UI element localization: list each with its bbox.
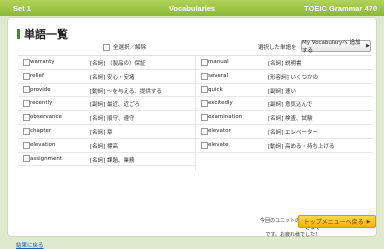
word-checkbox-icon[interactable] <box>23 114 30 122</box>
word-meaning: [動詞] 高める・持ち上げる <box>268 143 335 150</box>
word-text: warranty <box>30 59 55 65</box>
word-text: elevation <box>30 141 56 148</box>
word-checkbox-icon[interactable] <box>23 58 30 66</box>
word-meaning: [副詞] 速い <box>268 88 297 95</box>
word-checkbox-icon[interactable] <box>23 155 30 163</box>
word-row: quick [副詞] 速い <box>196 84 373 98</box>
select-all-label: 全選択／解除 <box>113 45 147 51</box>
top-menu-button[interactable]: トップメニューへ戻る ▶ <box>298 215 376 228</box>
word-checkbox-icon[interactable] <box>201 58 208 66</box>
select-all-toggle[interactable]: 全選択／解除 <box>103 43 146 51</box>
word-checkbox-icon[interactable] <box>23 72 30 80</box>
word-text: elevate <box>208 141 229 148</box>
vocabulary-panel: 単語一覧 全選択／解除 選択した単語を My Vocabularyへ 追加する … <box>7 17 377 238</box>
word-meaning: [副詞] 最近、近ごろ <box>90 102 141 109</box>
word-text: quick <box>208 86 223 93</box>
select-all-checkbox-icon[interactable] <box>103 43 110 51</box>
word-text: manual <box>208 59 229 65</box>
word-row: observance [名詞] 順守、遵守 <box>18 111 195 125</box>
word-row: elevator [名詞] エレベーター <box>196 125 373 139</box>
word-row: elevate [動詞] 高める・持ち上げる <box>196 139 373 153</box>
word-row: manual [名詞] 説明書 <box>196 56 373 70</box>
top-menu-label: トップメニューへ戻る <box>303 219 364 226</box>
word-meaning: [動詞] ～を与える、提供する <box>90 88 162 95</box>
word-checkbox-icon[interactable] <box>201 114 208 122</box>
word-meaning: [名詞] 検査、試験 <box>268 116 313 123</box>
word-checkbox-icon[interactable] <box>23 127 30 135</box>
word-row: excitedly [副詞] 意気込んで <box>196 97 373 112</box>
page-title: 単語一覧 <box>24 28 68 41</box>
heading-accent-bar <box>17 29 20 39</box>
word-row: elevation [名詞] 標高 <box>18 139 195 153</box>
word-checkbox-icon[interactable] <box>201 100 208 108</box>
word-list-left-column: warranty [名詞] （製品の）保証 relief [名詞] 安心・安堵 prov… <box>18 56 195 167</box>
arrow-right-icon: ▶ <box>366 43 370 49</box>
word-row: provide [動詞] ～を与える、提供する <box>18 84 195 98</box>
word-checkbox-icon[interactable] <box>201 86 208 94</box>
word-checkbox-icon[interactable] <box>23 86 30 94</box>
word-row: recently [副詞] 最近、近ごろ <box>18 97 195 112</box>
word-meaning: [名詞] エレベーター <box>268 129 319 136</box>
word-text: observance <box>30 114 62 121</box>
selected-words-label: 選択した単語を <box>258 45 297 51</box>
note-line-2: です。お疲れ様でした！ <box>265 232 320 238</box>
word-list: warranty [名詞] （製品の）保証 relief [名詞] 安心・安堵 prov… <box>18 55 373 176</box>
word-row: several [形容詞] いくつかの <box>196 70 373 84</box>
word-meaning: [名詞] 説明書 <box>268 61 302 67</box>
word-meaning: [名詞] 安心・安堵 <box>90 74 135 81</box>
word-meaning: [名詞] 順守、遵守 <box>90 116 135 123</box>
word-text: examination <box>208 114 243 121</box>
word-checkbox-icon[interactable] <box>23 100 30 108</box>
word-text: recently <box>30 100 53 107</box>
word-row: assignment [名詞] 課題、業務 <box>18 153 195 167</box>
word-row: chapter [名詞] 章 <box>18 125 195 139</box>
word-text: elevator <box>208 127 231 134</box>
word-row: relief [名詞] 安心・安堵 <box>18 70 195 84</box>
word-meaning: [名詞] （製品の）保証 <box>90 61 146 67</box>
word-text: excitedly <box>208 100 233 107</box>
word-text: provide <box>30 86 51 93</box>
back-to-results-link[interactable]: 結果に戻る <box>16 241 44 249</box>
word-checkbox-icon[interactable] <box>201 127 208 135</box>
word-row: examination [名詞] 検査、試験 <box>196 111 373 125</box>
word-meaning: [名詞] 標高 <box>90 143 119 150</box>
word-meaning: [副詞] 意気込んで <box>268 102 313 109</box>
word-text: chapter <box>30 127 52 134</box>
word-text: relief <box>30 72 44 79</box>
word-checkbox-icon[interactable] <box>201 72 208 80</box>
word-text: assignment <box>30 155 62 162</box>
add-to-my-vocabulary-button[interactable]: My Vocabularyへ 追加する ▶ <box>301 40 371 54</box>
word-meaning: [名詞] 課題、業務 <box>90 157 135 164</box>
word-meaning: [名詞] 章 <box>90 129 113 136</box>
word-checkbox-icon[interactable] <box>23 141 30 149</box>
word-row: warranty [名詞] （製品の）保証 <box>18 56 195 70</box>
add-button-label: My Vocabularyへ 追加する <box>302 40 361 54</box>
word-list-right-column: manual [名詞] 説明書 several [形容詞] いくつかの quick [副詞… <box>195 56 373 170</box>
word-text: several <box>208 72 229 79</box>
page-heading: 単語一覧 <box>17 26 68 42</box>
app-title: TOEIC Grammar 470 <box>304 4 377 13</box>
word-checkbox-icon[interactable] <box>201 141 208 149</box>
word-meaning: [形容詞] いくつかの <box>268 74 319 81</box>
arrow-right-icon: ▶ <box>366 218 371 225</box>
title-bar: Set 1 Vocabularies TOEIC Grammar 470 <box>0 0 384 16</box>
